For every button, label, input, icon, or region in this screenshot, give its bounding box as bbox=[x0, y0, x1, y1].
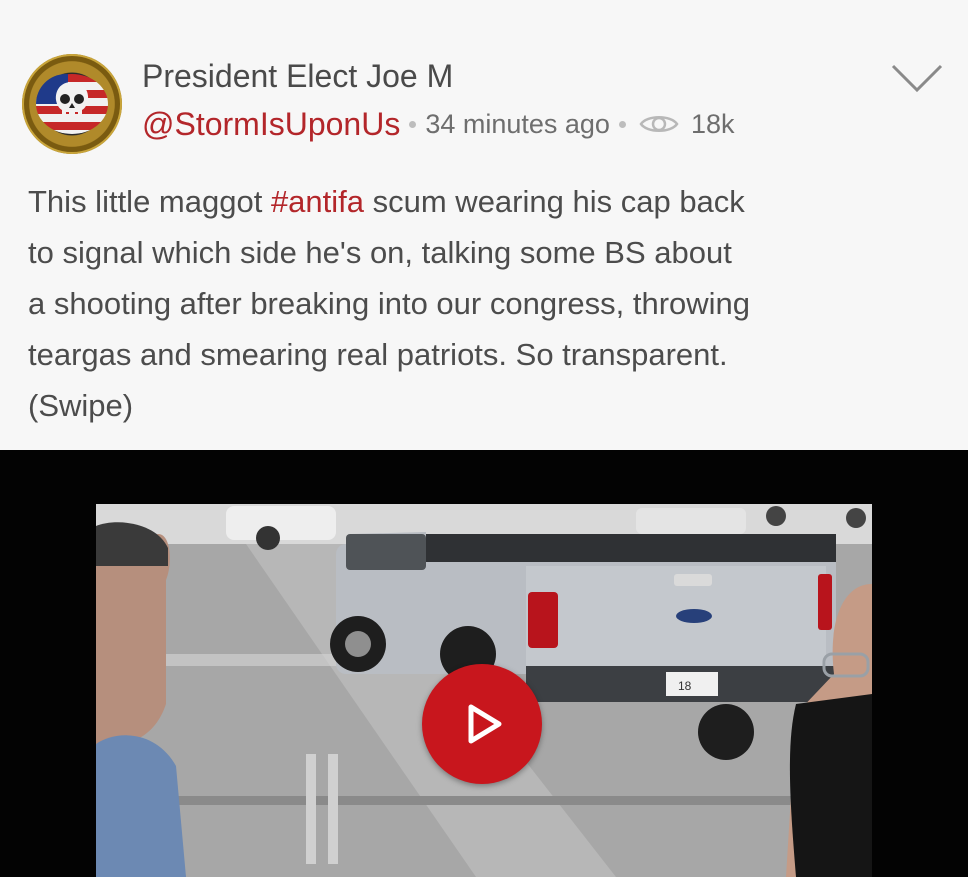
separator-dot bbox=[409, 120, 417, 128]
post-text-line: a shooting after breaking into our congr… bbox=[28, 286, 751, 321]
post-text-line: (Swipe) bbox=[28, 388, 134, 423]
timestamp: 34 minutes ago bbox=[425, 108, 610, 139]
avatar[interactable] bbox=[22, 54, 122, 154]
chevron-down-icon[interactable] bbox=[890, 62, 944, 96]
post-card: President Elect Joe M @StormIsUponUs 34 … bbox=[0, 0, 968, 450]
skull-icon bbox=[55, 82, 89, 116]
license-plate: 18 bbox=[678, 679, 692, 693]
post-text-line: to signal which side he's on, talking so… bbox=[28, 235, 732, 270]
post-meta: @StormIsUponUs 34 minutes ago 18k bbox=[142, 104, 735, 144]
post-text: This little maggot #antifa scum wearing … bbox=[28, 176, 928, 431]
separator-dot bbox=[618, 120, 626, 128]
video-thumbnail[interactable]: 18 bbox=[96, 504, 872, 877]
hashtag-link[interactable]: #antifa bbox=[271, 184, 364, 219]
display-name[interactable]: President Elect Joe M bbox=[142, 58, 453, 95]
eye-icon bbox=[639, 116, 679, 132]
play-icon bbox=[468, 704, 502, 744]
play-button[interactable] bbox=[422, 664, 542, 784]
post-text-line: This little maggot #antifa scum wearing … bbox=[28, 184, 745, 219]
user-handle[interactable]: @StormIsUponUs bbox=[142, 106, 400, 143]
post-text-line: teargas and smearing real patriots. So t… bbox=[28, 337, 728, 372]
video-player[interactable]: 18 bbox=[0, 450, 968, 877]
view-count: 18k bbox=[690, 108, 735, 139]
